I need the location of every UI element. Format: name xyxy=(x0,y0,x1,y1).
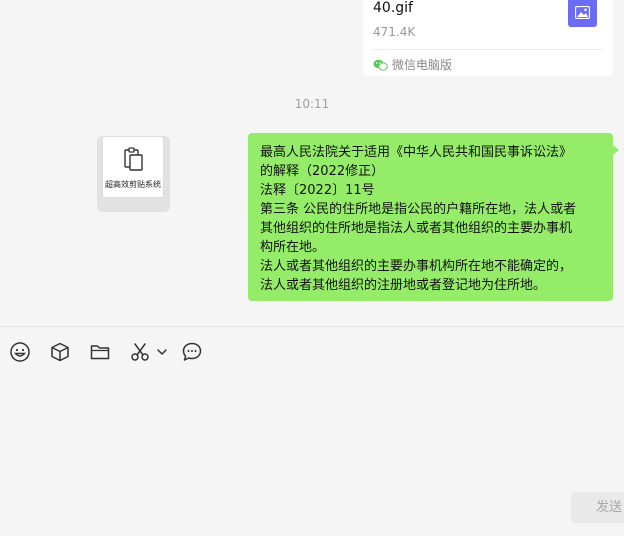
message-line: 法人或者其他组织的注册地或者登记地为住所地。 xyxy=(260,278,547,293)
favorites-button[interactable] xyxy=(48,340,72,364)
screenshot-options-button[interactable] xyxy=(154,340,170,364)
file-name: 40.gif xyxy=(373,0,413,16)
avatar-label: 超高效剪贴系统 xyxy=(105,180,161,189)
message-line: 的解释（2022修正） xyxy=(260,164,385,179)
message-line: 最高人民法院关于适用《中华人民共和国民事诉讼法》 xyxy=(260,145,573,160)
file-source: 微信电脑版 xyxy=(373,56,452,74)
message-line: 构所在地。 xyxy=(260,240,326,255)
chat-area: 40.gif 471.4K 微信电脑版 10:11 超高效剪贴系统 最高人民法院… xyxy=(0,0,624,326)
emoji-icon xyxy=(10,342,30,362)
chevron-down-icon xyxy=(157,349,167,355)
screenshot-button[interactable] xyxy=(128,340,152,364)
message-line: 法人或者其他组织的主要办事机构所在地不能确定的， xyxy=(260,259,573,274)
text-message-bubble[interactable]: 最高人民法院关于适用《中华人民共和国民事诉讼法》 的解释（2022修正） 法释〔… xyxy=(248,133,619,301)
avatar[interactable]: 超高效剪贴系统 xyxy=(102,136,164,198)
clipboard-icon xyxy=(124,147,143,171)
file-message-card[interactable]: 40.gif 471.4K 微信电脑版 xyxy=(363,0,613,76)
message-line: 第三条 公民的住所地是指公民的户籍所在地，法人或者 xyxy=(260,202,577,217)
message-line: 其他组织的住所地是指法人或者其他组织的主要办事机 xyxy=(260,221,573,236)
input-divider xyxy=(0,326,624,327)
box-icon xyxy=(51,342,69,362)
chat-history-button[interactable] xyxy=(180,340,204,364)
emoji-button[interactable] xyxy=(8,340,32,364)
input-toolbar xyxy=(0,340,624,364)
chat-bubble-icon xyxy=(182,342,202,361)
file-source-label: 微信电脑版 xyxy=(392,58,453,72)
message-input[interactable] xyxy=(0,370,624,480)
message-timestamp: 10:11 xyxy=(294,97,330,111)
send-button[interactable]: 发送 xyxy=(571,492,624,523)
wechat-icon xyxy=(373,59,388,74)
scissors-icon xyxy=(131,343,149,361)
send-file-button[interactable] xyxy=(88,340,112,364)
image-icon xyxy=(568,0,597,27)
file-size: 471.4K xyxy=(373,25,416,39)
avatar-highlight: 超高效剪贴系统 xyxy=(97,136,170,212)
file-card-divider xyxy=(373,49,603,50)
folder-icon xyxy=(90,345,110,360)
message-line: 法释〔2022〕11号 xyxy=(260,183,375,198)
